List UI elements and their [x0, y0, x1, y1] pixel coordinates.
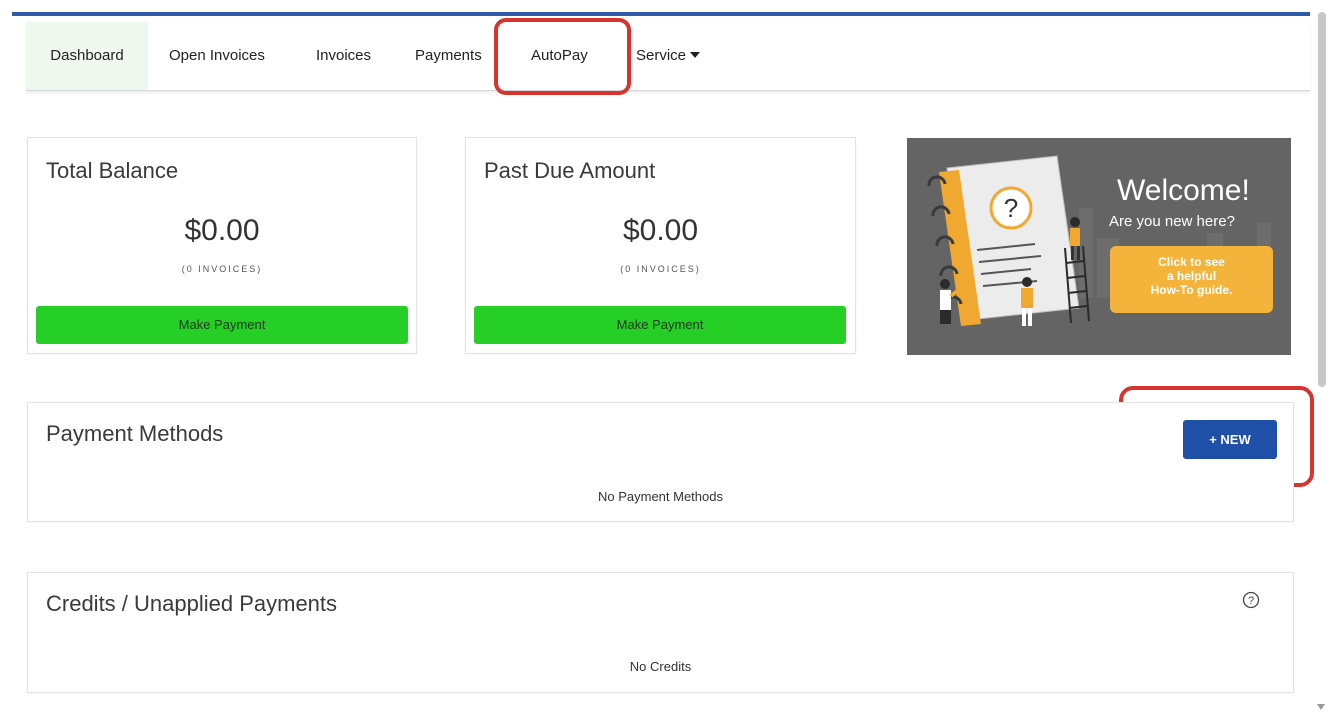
autopay-highlight	[494, 18, 631, 95]
dropdown-caret-icon	[690, 52, 701, 58]
past-due-amount: $0.00	[622, 214, 699, 247]
how-to-guide-button[interactable]: Click to see a helpful How-To guide.	[1110, 246, 1273, 313]
welcome-banner[interactable]: ? Welcome! Are you new here? Click to se…	[907, 138, 1291, 355]
no-credits-message: No Credits	[629, 659, 692, 674]
cta-line-2: a helpful	[1166, 269, 1217, 283]
nav-item-open-invoices[interactable]: Open Invoices	[169, 22, 265, 90]
past-due-title: Past Due Amount	[484, 158, 656, 183]
svg-text:?: ?	[1248, 595, 1254, 607]
scrollbar-thumb[interactable]	[1318, 12, 1326, 387]
credits-title: Credits / Unapplied Payments	[46, 591, 338, 616]
cta-line-1: Click to see	[1158, 255, 1225, 269]
help-icon[interactable]: ?	[1242, 591, 1260, 609]
past-due-card: Past Due Amount $0.00 (0 INVOICES) Make …	[465, 137, 856, 354]
payment-methods-title: Payment Methods	[46, 421, 224, 446]
total-balance-card: Total Balance $0.00 (0 INVOICES) Make Pa…	[27, 137, 417, 354]
main-nav: Dashboard Open Invoices Invoices Payment…	[26, 22, 1310, 91]
past-due-invoice-count: (0 INVOICES)	[620, 264, 701, 274]
welcome-subtitle: Are you new here?	[1109, 213, 1235, 230]
total-balance-amount: $0.00	[184, 214, 260, 247]
no-payment-methods-message: No Payment Methods	[597, 489, 723, 504]
total-balance-title: Total Balance	[46, 158, 179, 183]
make-payment-button[interactable]: Make Payment	[36, 306, 408, 344]
scroll-down-arrow-icon[interactable]	[1317, 704, 1325, 710]
nav-item-service[interactable]: Service	[636, 22, 701, 90]
top-accent-bar	[12, 12, 1310, 16]
nav-item-service-label: Service	[636, 47, 687, 64]
nav-item-dashboard[interactable]: Dashboard	[26, 22, 148, 90]
add-payment-method-button[interactable]: + NEW	[1183, 420, 1277, 459]
total-balance-invoice-count: (0 INVOICES)	[181, 264, 263, 274]
credits-card: Credits / Unapplied Payments ? No Credit…	[27, 572, 1294, 693]
svg-text:?: ?	[1004, 193, 1018, 223]
welcome-heading: Welcome!	[1117, 174, 1250, 207]
nav-item-invoices[interactable]: Invoices	[316, 22, 371, 90]
make-payment-past-due-button[interactable]: Make Payment	[474, 306, 846, 344]
payment-methods-card: Payment Methods No Payment Methods	[27, 402, 1294, 522]
nav-item-payments[interactable]: Payments	[415, 22, 482, 90]
cta-line-3: How-To guide.	[1150, 283, 1233, 297]
